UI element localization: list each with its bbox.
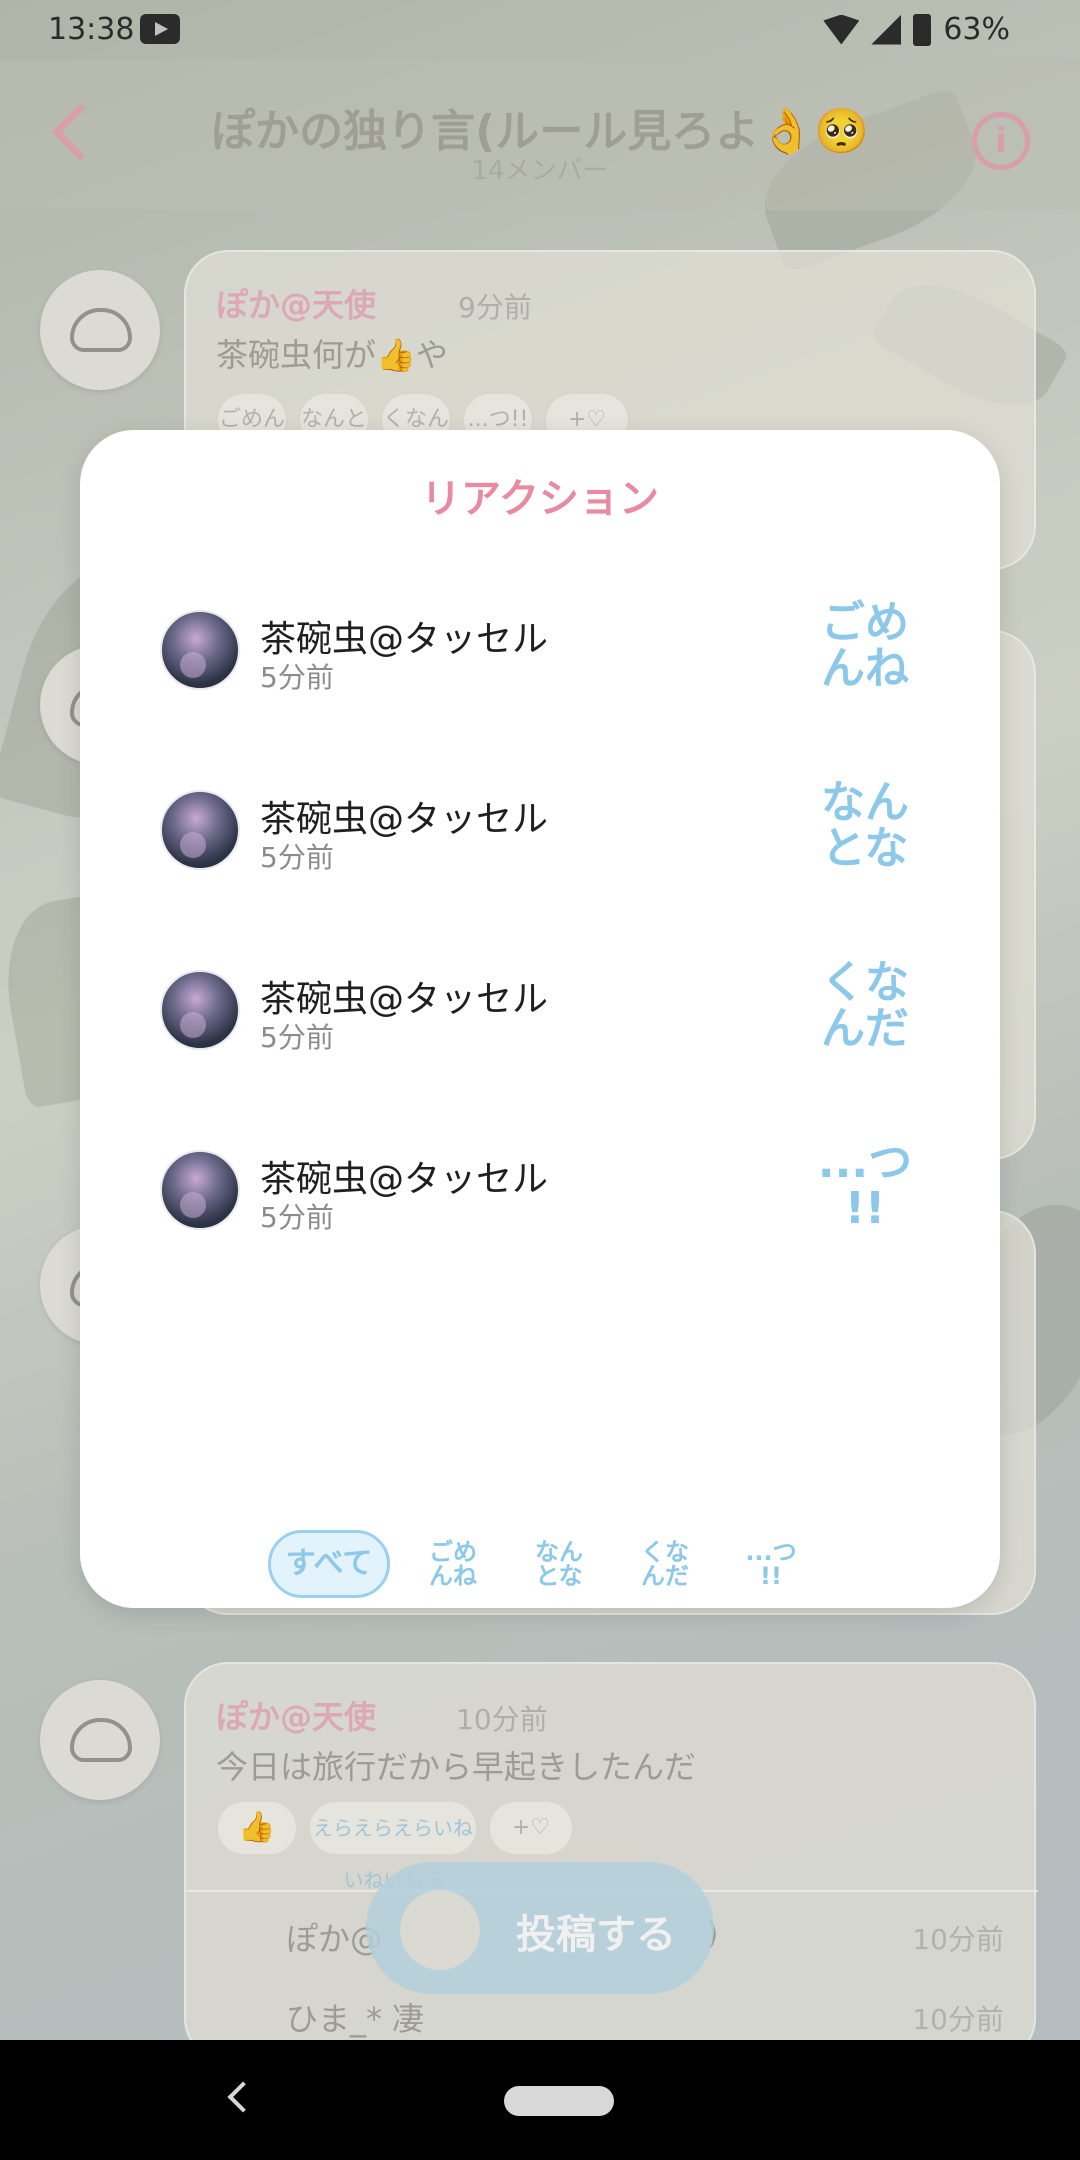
tab-label-line: んね [429,1562,477,1590]
reaction-list-item[interactable]: 茶碗虫@タッセル 5分前 ごめ んね [160,600,920,750]
tab-label-line: なん [535,1538,583,1566]
nav-back-icon[interactable] [227,2081,259,2113]
tab-tsu[interactable]: ...つ !! [718,1540,824,1588]
avatar[interactable] [160,790,240,870]
avatar[interactable] [160,970,240,1050]
reaction-list-item[interactable]: 茶碗虫@タッセル 5分前 くな んだ [160,960,920,1110]
tab-label-line: んだ [641,1562,689,1590]
tab-label-line: ...つ [745,1538,797,1566]
reaction-sticker-line: んだ [821,1003,909,1054]
reaction-user: 茶碗虫@タッセル [260,619,549,660]
tab-kunanda[interactable]: くな んだ [612,1540,718,1588]
reaction-time: 5分前 [260,1021,334,1054]
reaction-sticker-line: ...つ [817,1137,913,1188]
reaction-sticker-line: !! [844,1183,886,1234]
reaction-time: 5分前 [260,841,334,874]
tab-label-line: !! [760,1562,782,1590]
reaction-sticker: ごめ んね [810,600,920,692]
tab-label-line: ごめ [429,1538,477,1566]
reaction-sticker-line: なん [821,777,909,828]
system-nav-bar [0,2040,1080,2160]
reaction-list-item[interactable]: 茶碗虫@タッセル 5分前 ...つ !! [160,1140,920,1290]
reaction-sticker: なん とな [810,780,920,872]
avatar[interactable] [160,610,240,690]
reaction-sticker-line: とな [821,823,909,874]
reaction-filter-tabs: すべて ごめ んね なん とな くな んだ ...つ !! [268,1528,824,1600]
reaction-list-item[interactable]: 茶碗虫@タッセル 5分前 なん とな [160,780,920,930]
tab-all[interactable]: すべて [268,1530,390,1598]
reaction-user: 茶碗虫@タッセル [260,799,549,840]
reaction-user: 茶碗虫@タッセル [260,1159,549,1200]
reaction-sticker: くな んだ [810,960,920,1052]
reaction-sticker-line: んね [821,643,909,694]
tab-gomenne[interactable]: ごめ んね [400,1540,506,1588]
reaction-time: 5分前 [260,1201,334,1234]
reaction-time: 5分前 [260,661,334,694]
reaction-sticker: ...つ !! [810,1140,920,1232]
reaction-user: 茶碗虫@タッセル [260,979,549,1020]
tab-label-line: とな [535,1562,583,1590]
tab-label-line: くな [641,1538,689,1566]
reaction-sticker-line: ごめ [821,597,909,648]
nav-home-pill[interactable] [504,2086,614,2116]
reaction-sticker-line: くな [821,957,909,1008]
dialog-title: リアクション [421,476,659,522]
reaction-dialog: リアクション 茶碗虫@タッセル 5分前 ごめ んね 茶碗虫@タッセル 5分前 な… [80,430,1000,1608]
tab-nantona[interactable]: なん とな [506,1540,612,1588]
avatar[interactable] [160,1150,240,1230]
